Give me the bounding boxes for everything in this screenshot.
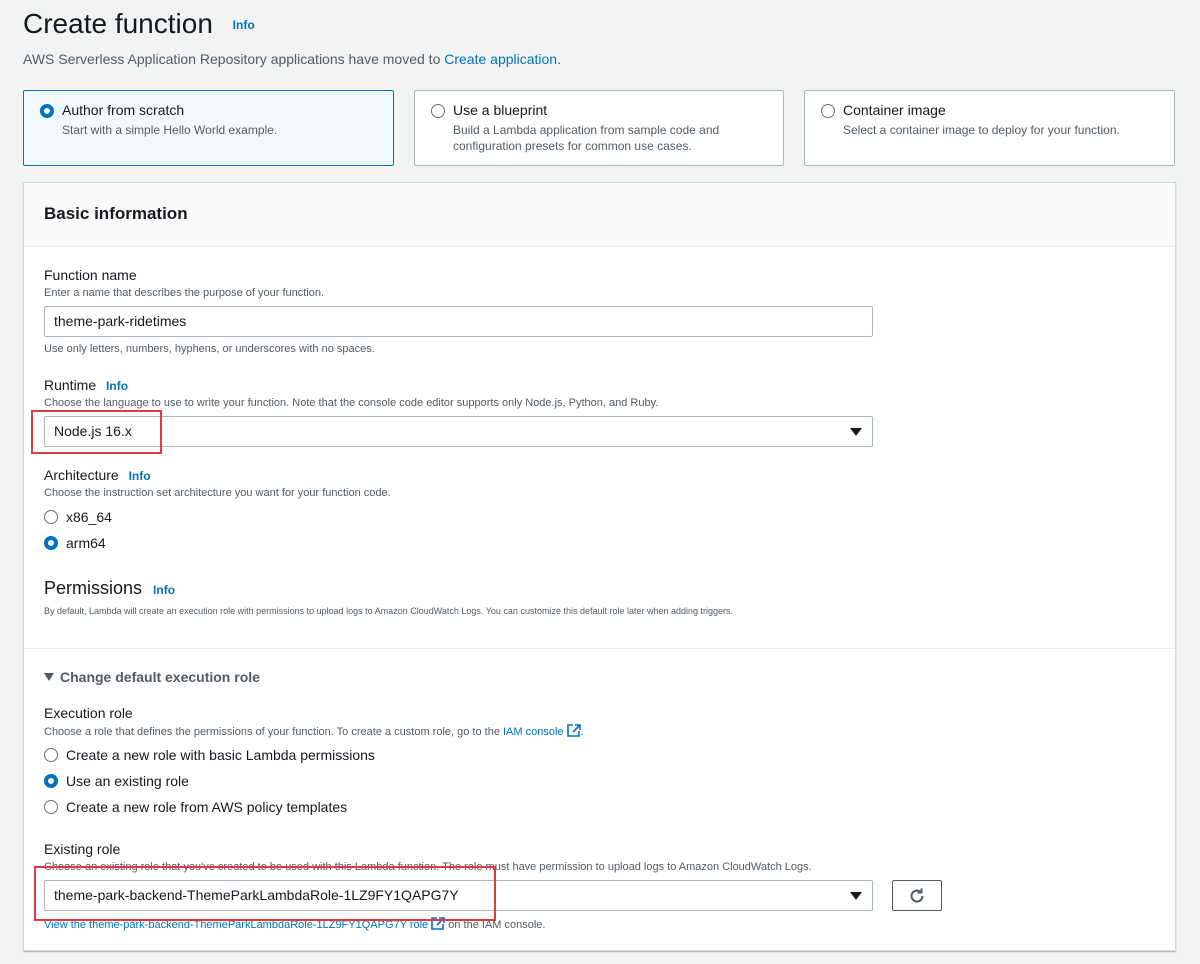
option-create-from-templates-label: Create a new role from AWS policy templa… [66,799,348,815]
tile-desc: Select a container image to deploy for y… [843,123,1120,137]
existing-role-label: Existing role [44,841,121,857]
radio-use-existing-role[interactable] [44,774,58,788]
iam-console-link[interactable]: IAM console [503,726,564,738]
function-name-hint: Use only letters, numbers, hyphens, or u… [44,343,375,355]
function-name-desc: Enter a name that describes the purpose … [44,287,325,299]
function-name-input[interactable]: theme-park-ridetimes [44,306,873,337]
external-link-icon [566,724,581,737]
page-subtitle: AWS Serverless Application Repository ap… [23,51,561,67]
execution-role-label: Execution role [44,705,133,721]
option-use-existing-role-label: Use an existing role [66,773,189,789]
tile-author-from-scratch[interactable]: Author from scratch Start with a simple … [23,90,394,166]
refresh-icon [910,888,924,902]
tile-use-a-blueprint[interactable]: Use a blueprint Build a Lambda applicati… [414,90,784,166]
radio-create-from-templates[interactable] [44,800,58,814]
radio-container-image[interactable] [821,104,835,118]
refresh-roles-button[interactable] [892,880,942,911]
tile-desc: Start with a simple Hello World example. [62,123,278,137]
change-default-execution-role-toggle[interactable]: Change default execution role [44,669,260,685]
radio-use-a-blueprint[interactable] [431,104,445,118]
existing-role-highlight-box [34,866,496,921]
tile-title: Use a blueprint [453,102,548,118]
tile-title: Container image [843,102,946,118]
divider [24,648,1175,649]
runtime-info-link[interactable]: Info [106,379,128,393]
chevron-down-icon [850,428,862,436]
runtime-label: Runtime Info [44,377,129,393]
caret-down-icon [44,673,54,681]
permissions-heading: Permissions Info [44,578,176,598]
page-title: Create function Info [23,8,255,39]
panel-title: Basic information [44,204,188,223]
option-arm64-label: arm64 [66,535,106,551]
tile-container-image[interactable]: Container image Select a container image… [804,90,1175,166]
panel-header: Basic information [24,183,1175,247]
tile-title: Author from scratch [62,102,185,118]
function-name-label: Function name [44,267,137,283]
execution-role-desc: Choose a role that defines the permissio… [44,724,584,738]
architecture-label: Architecture Info [44,467,151,483]
radio-arm64[interactable] [44,536,58,550]
info-link[interactable]: Info [233,18,255,32]
basic-information-panel: Basic information Function name Enter a … [23,182,1176,951]
chevron-down-icon [850,892,862,900]
runtime-select[interactable]: Node.js 16.x [44,416,873,447]
permissions-info-link[interactable]: Info [153,583,175,597]
architecture-desc: Choose the instruction set architecture … [44,487,391,499]
radio-author-from-scratch[interactable] [40,104,54,118]
tile-desc: Build a Lambda application from sample c… [453,123,720,153]
radio-x86-64[interactable] [44,510,58,524]
option-create-new-role-label: Create a new role with basic Lambda perm… [66,747,375,763]
create-application-link[interactable]: Create application [444,51,557,67]
runtime-desc: Choose the language to use to write your… [44,397,659,409]
option-x86-64-label: x86_64 [66,509,112,525]
architecture-info-link[interactable]: Info [129,469,151,483]
runtime-highlight-box [31,410,162,454]
radio-create-new-role[interactable] [44,748,58,762]
permissions-desc: By default, Lambda will create an execut… [44,606,734,616]
